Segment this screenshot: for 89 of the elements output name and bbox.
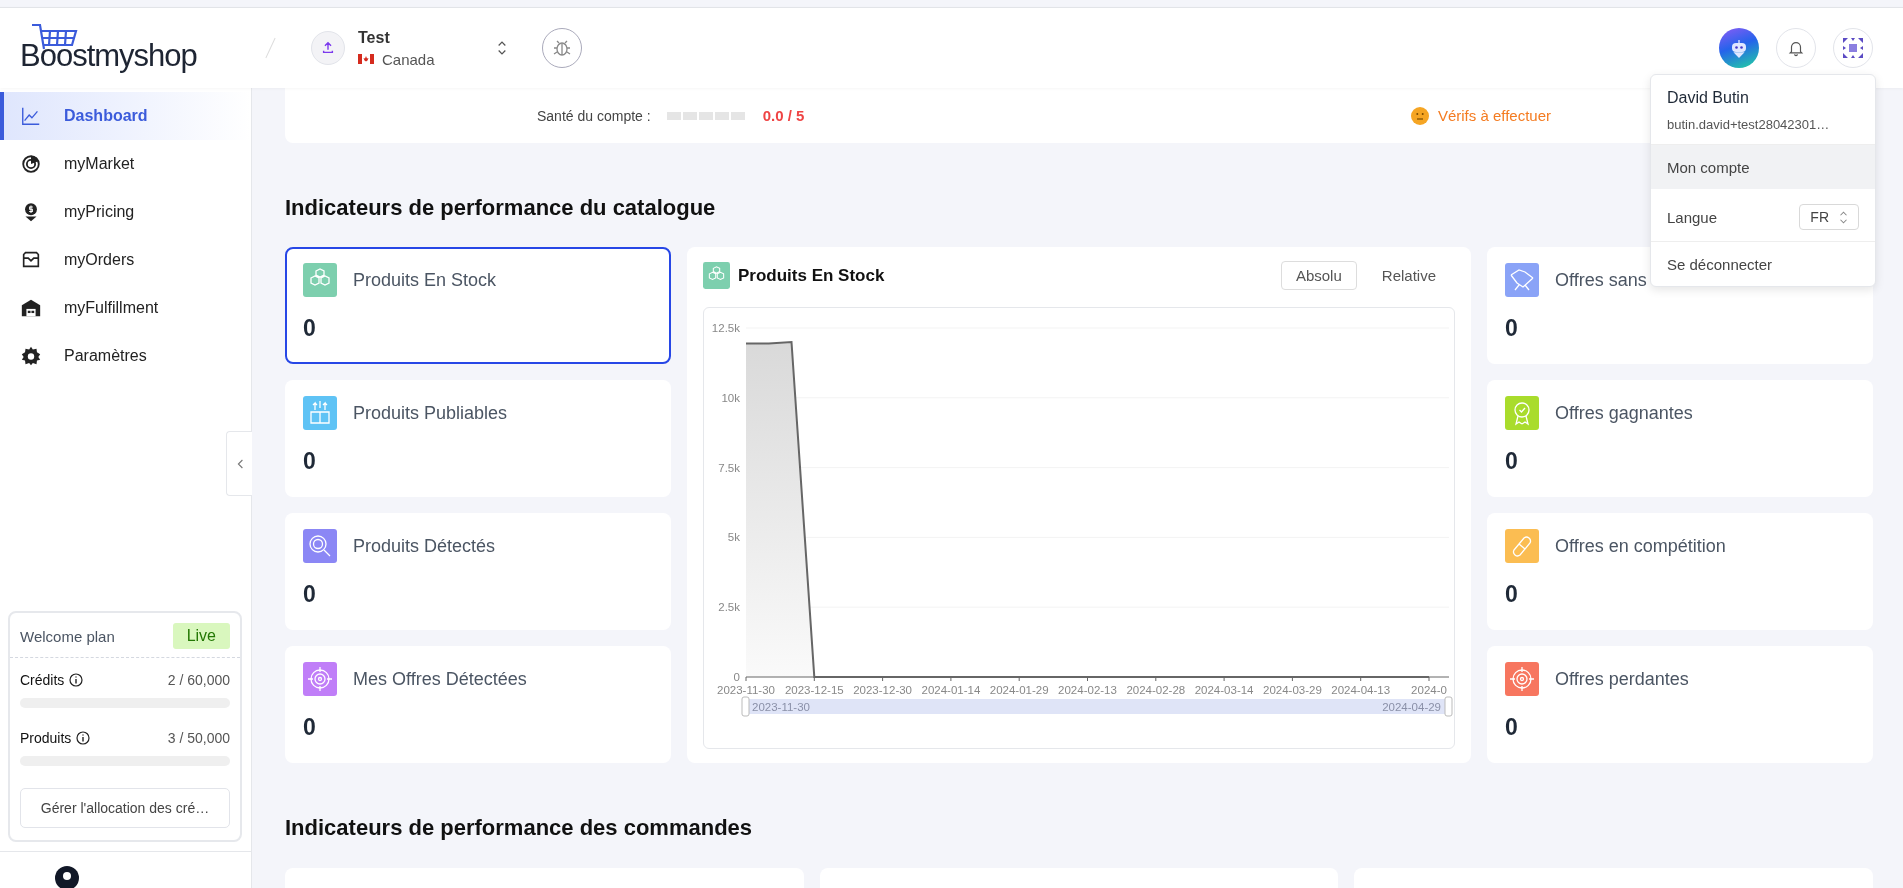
store-country: Canada xyxy=(382,50,435,68)
kpi-value: 0 xyxy=(1505,315,1519,342)
mode-toggle[interactable]: Relative xyxy=(1366,261,1451,290)
quota-reading: 3 / 50,000 xyxy=(167,730,230,746)
quota-reading: 2 / 60,000 xyxy=(167,672,230,688)
mode-toggle[interactable]: Absolu xyxy=(1280,261,1357,290)
sidebar-item[interactable]: myPricing xyxy=(0,188,251,236)
kpi-card[interactable]: Offres perdantes 0 xyxy=(1487,646,1873,763)
line-chart-icon xyxy=(20,105,42,127)
sidebar-item[interactable]: Paramètres xyxy=(0,332,251,380)
kpi-title: Produits Détectés xyxy=(353,535,496,557)
chevron-updown-icon[interactable] xyxy=(496,39,507,57)
kpi-value: 0 xyxy=(1505,581,1519,608)
plan-name: Welcome plan xyxy=(20,627,115,645)
info-icon[interactable] xyxy=(76,731,91,745)
kpi-value: 0 xyxy=(303,315,317,342)
user-avatar-icon[interactable] xyxy=(1833,28,1873,68)
flag-icon xyxy=(358,54,374,64)
user-name: David Butin xyxy=(1667,89,1750,107)
chart-title: Produits En Stock xyxy=(738,265,885,286)
kpi-card[interactable]: Offres gagnantes 0 xyxy=(1487,380,1873,497)
menu-label: Langue xyxy=(1667,208,1718,226)
kpi-value: 0 xyxy=(303,714,317,741)
x-axis-label: 2024-03-29 xyxy=(1263,684,1322,696)
section-title: Indicateurs de performance du catalogue xyxy=(285,194,716,222)
quota-label: Produits xyxy=(20,730,72,746)
kpi-value: 0 xyxy=(1505,714,1519,741)
robot-avatar-icon[interactable] xyxy=(1719,28,1759,68)
account-health-label: Santé du compte : xyxy=(537,107,651,124)
kpi-card[interactable]: Produits Détectés 0 xyxy=(285,513,671,630)
x-axis-label: 2024-01-29 xyxy=(989,684,1049,696)
x-axis-label: 2024-04-13 xyxy=(1331,684,1391,696)
y-axis-label: 12.5k xyxy=(711,322,740,334)
y-axis-label: 0 xyxy=(733,671,740,683)
upload-icon[interactable] xyxy=(311,31,345,65)
y-axis-label: 7.5k xyxy=(718,461,740,474)
x-axis-label: 2023-11-30 xyxy=(717,684,775,696)
health-score: 0.0 / 5 xyxy=(762,107,805,124)
section-title: Indicateurs de performance des commandes xyxy=(285,814,753,842)
bell-icon[interactable] xyxy=(1776,28,1816,68)
y-axis-label: 2.5k xyxy=(718,601,740,614)
kpi-value: 0 xyxy=(1505,448,1519,475)
x-axis-label: 2024-02-13 xyxy=(1058,684,1117,696)
manage-allocation-button[interactable]: Gérer l'allocation des cré… xyxy=(20,788,230,828)
kpi-title: Offres gagnantes xyxy=(1555,402,1693,424)
sidebar-item[interactable]: myMarket xyxy=(0,140,251,188)
kpi-title: Mes Offres Détectées xyxy=(353,668,527,690)
y-axis-label: 5k xyxy=(727,531,740,544)
kpi-value: 0 xyxy=(303,448,317,475)
menu-item[interactable]: Mon compte xyxy=(1651,145,1875,189)
range-start-label: 2023-11-30 xyxy=(752,701,810,713)
y-axis-label: 10k xyxy=(721,391,740,404)
chevron-left-icon xyxy=(235,457,244,470)
logo-text: Boostmyshop xyxy=(20,40,197,73)
logo[interactable]: Boostmyshop xyxy=(20,23,202,73)
neutral-face-icon xyxy=(1410,106,1429,125)
status-badge: Live xyxy=(172,623,230,649)
x-axis-label: 2024-02-28 xyxy=(1126,684,1186,696)
info-icon[interactable] xyxy=(69,673,84,687)
kpi-card[interactable]: Produits Publiables 0 xyxy=(285,380,671,497)
kpi-value: 0 xyxy=(303,581,317,608)
chevron-updown-icon xyxy=(1839,209,1848,225)
kpi-title: Produits En Stock xyxy=(353,269,497,291)
sidebar-item[interactable]: myOrders xyxy=(0,236,251,284)
kpi-title: Offres sans xyxy=(1555,269,1647,291)
kpi-card[interactable]: Offres en compétition 0 xyxy=(1487,513,1873,630)
gear-icon xyxy=(20,345,42,367)
slider-handle[interactable] xyxy=(741,696,750,717)
kpi-title: Produits Publiables xyxy=(353,402,508,424)
language-select[interactable]: FR xyxy=(1799,204,1859,230)
x-axis-label: 2024-03-14 xyxy=(1194,684,1254,696)
x-axis-label: 2023-12-30 xyxy=(853,684,912,696)
kpi-card[interactable]: Mes Offres Détectées 0 xyxy=(285,646,671,763)
user-email: butin.david+test28042301… xyxy=(1667,117,1831,132)
range-end-label: 2024-04-29 xyxy=(1382,701,1441,713)
radar-icon xyxy=(20,153,42,175)
x-axis-label: 2024-01-14 xyxy=(921,684,981,696)
x-axis-label: 2024-0 xyxy=(1411,684,1447,696)
quota-label: Crédits xyxy=(20,672,65,688)
slider-handle[interactable] xyxy=(1444,696,1453,717)
x-axis-label: 2023-12-15 xyxy=(784,684,844,696)
kpi-card[interactable]: Produits En Stock 0 xyxy=(285,247,671,364)
bug-icon[interactable] xyxy=(541,28,582,68)
warehouse-icon xyxy=(20,297,42,319)
boxes-icon xyxy=(703,262,730,289)
store-name: Test xyxy=(358,28,391,47)
sidebar-item[interactable]: myFulfillment xyxy=(0,284,251,332)
kpi-title: Offres en compétition xyxy=(1555,535,1726,557)
kpi-title: Offres perdantes xyxy=(1555,668,1689,690)
